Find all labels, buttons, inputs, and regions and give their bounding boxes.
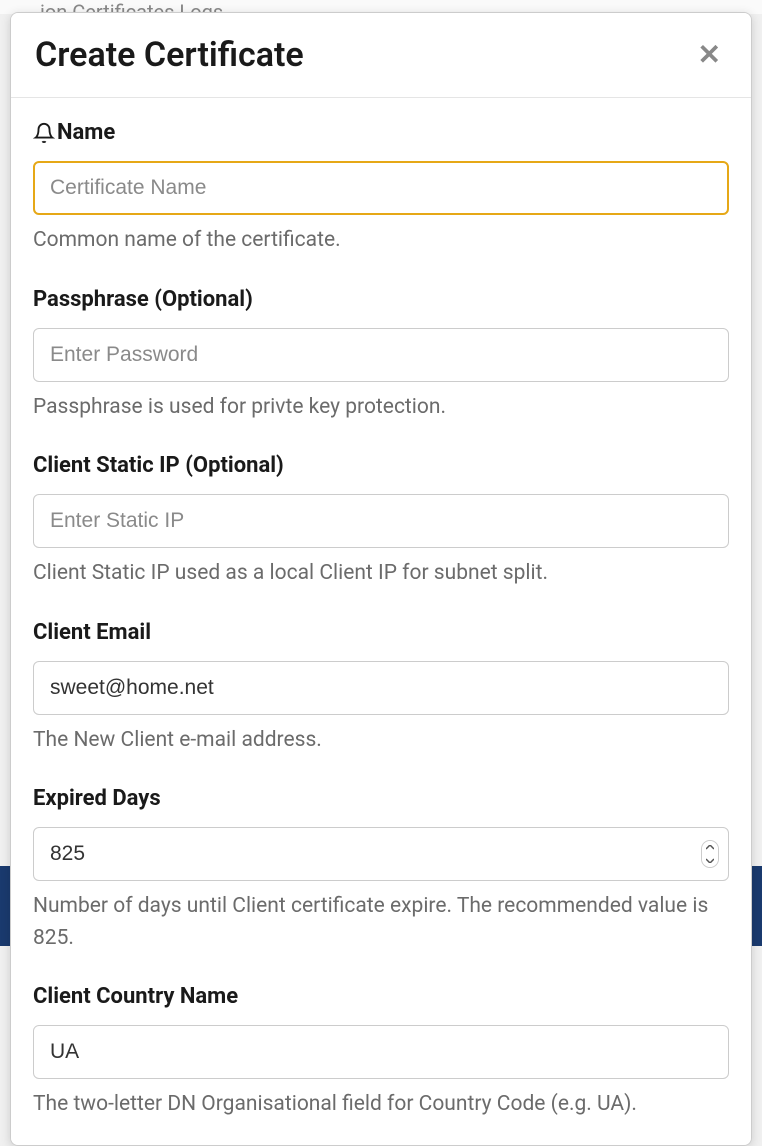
number-spinner (701, 840, 719, 868)
form-group-expired: Expired Days Number of days until Client… (33, 786, 729, 954)
name-input[interactable] (33, 161, 729, 215)
chevron-down-icon (706, 858, 714, 863)
expired-input[interactable] (33, 827, 729, 881)
country-label: Client Country Name (33, 984, 729, 1009)
spinner-down-button[interactable] (702, 854, 718, 867)
staticip-input[interactable] (33, 494, 729, 548)
form-group-staticip: Client Static IP (Optional) Client Stati… (33, 453, 729, 590)
modal-title: Create Certificate (35, 35, 304, 75)
country-input[interactable] (33, 1025, 729, 1079)
create-certificate-modal: Create Certificate ✕ Name Common name of… (10, 12, 752, 1146)
form-group-country: Client Country Name The two-letter DN Or… (33, 984, 729, 1121)
spinner-up-button[interactable] (702, 841, 718, 854)
expired-label: Expired Days (33, 786, 729, 811)
expired-help: Number of days until Client certificate … (33, 891, 729, 954)
form-group-email: Client Email The New Client e-mail addre… (33, 620, 729, 757)
passphrase-label: Passphrase (Optional) (33, 287, 729, 312)
passphrase-help: Passphrase is used for privte key protec… (33, 392, 729, 424)
chevron-up-icon (706, 845, 714, 850)
close-button[interactable]: ✕ (692, 41, 727, 69)
modal-header: Create Certificate ✕ (11, 13, 751, 98)
passphrase-input[interactable] (33, 328, 729, 382)
email-input[interactable] (33, 661, 729, 715)
form-group-name: Name Common name of the certificate. (33, 120, 729, 257)
staticip-label: Client Static IP (Optional) (33, 453, 729, 478)
expired-wrapper (33, 827, 729, 881)
name-help: Common name of the certificate. (33, 225, 729, 257)
modal-body: Name Common name of the certificate. Pas… (11, 98, 751, 1146)
bell-icon (33, 122, 55, 144)
email-help: The New Client e-mail address. (33, 725, 729, 757)
close-icon: ✕ (698, 39, 721, 70)
country-help: The two-letter DN Organisational field f… (33, 1089, 729, 1121)
form-group-passphrase: Passphrase (Optional) Passphrase is used… (33, 287, 729, 424)
email-label: Client Email (33, 620, 729, 645)
staticip-help: Client Static IP used as a local Client … (33, 558, 729, 590)
name-label: Name (33, 120, 729, 145)
